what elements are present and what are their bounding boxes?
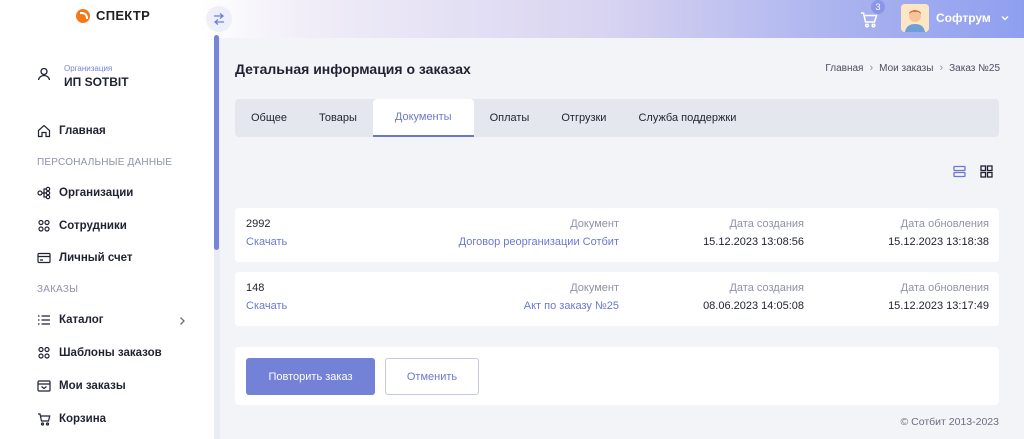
cart-count-badge: 3	[871, 0, 885, 14]
chevron-down-icon	[1001, 16, 1009, 21]
sidebar-item-label: Организации	[59, 187, 134, 199]
sidebar-item-account[interactable]: Личный счет	[37, 251, 133, 265]
document-label: Документ	[570, 218, 619, 230]
document-column: Документ Акт по заказу №25	[524, 282, 619, 312]
grid-view-icon[interactable]	[980, 165, 993, 178]
document-card: 148 Скачать Документ Акт по заказу №25 Д…	[235, 272, 999, 326]
tab-documents[interactable]: Документы	[372, 99, 474, 137]
org-tree-icon	[37, 186, 51, 200]
created-column: Дата создания 15.12.2023 13:08:56	[703, 218, 804, 248]
employees-icon	[38, 219, 50, 232]
sidebar-item-label: Корзина	[59, 413, 107, 425]
order-actions: Повторить заказ Отменить	[235, 347, 999, 405]
sidebar-item-label: Сотрудники	[59, 220, 127, 232]
sidebar-item-templates[interactable]: Шаблоны заказов	[37, 346, 162, 360]
created-date: 15.12.2023 13:08:56	[703, 236, 804, 248]
avatar	[901, 4, 929, 32]
tabs: Общее Товары Документы Оплаты Отгрузки С…	[235, 99, 999, 137]
sidebar-item-my-orders[interactable]: Мои заказы	[37, 379, 126, 393]
logo-icon	[76, 8, 90, 23]
templates-icon	[38, 346, 50, 359]
logo-text: СПЕКТР	[96, 8, 151, 23]
document-label: Документ	[570, 282, 619, 294]
document-card: 2992 Скачать Документ Договор реорганиза…	[235, 208, 999, 262]
breadcrumb: Главная › Мои заказы › Заказ №25	[825, 62, 1000, 74]
created-label: Дата создания	[729, 218, 804, 230]
chevron-right-icon: ›	[939, 62, 944, 74]
list-icon	[38, 315, 50, 325]
sidebar-item-label: Личный счет	[59, 252, 133, 264]
chevron-right-icon[interactable]	[177, 316, 187, 326]
sidebar-item-home[interactable]: Главная	[37, 124, 106, 138]
updated-column: Дата обновления 15.12.2023 13:18:38	[888, 218, 989, 248]
card-icon	[37, 252, 51, 264]
sidebar-item-label: Каталог	[59, 314, 104, 326]
section-orders: ЗАКАЗЫ	[37, 284, 79, 295]
user-menu[interactable]: Софтрум	[901, 4, 1010, 32]
breadcrumb-home[interactable]: Главная	[825, 63, 863, 74]
section-personal-data: ПЕРСОНАЛЬНЫЕ ДАННЫЕ	[37, 157, 173, 168]
sidebar-item-organizations[interactable]: Организации	[37, 186, 133, 200]
sidebar-item-label: Мои заказы	[59, 380, 126, 392]
orders-box-icon	[37, 380, 51, 392]
updated-label: Дата обновления	[900, 218, 989, 230]
swap-arrows-icon	[213, 13, 225, 25]
sidebar-item-cart[interactable]: Корзина	[37, 412, 106, 426]
chevron-right-icon: ›	[869, 62, 874, 74]
sidebar-item-label: Шаблоны заказов	[59, 347, 162, 359]
sidebar-item-employees[interactable]: Сотрудники	[37, 219, 127, 233]
cancel-order-button[interactable]: Отменить	[385, 358, 479, 395]
document-id: 148	[246, 282, 265, 294]
sidebar-toggle-button[interactable]	[206, 6, 232, 32]
copyright: © Сотбит 2013-2023	[900, 416, 999, 428]
view-switcher	[953, 165, 993, 178]
updated-label: Дата обновления	[900, 282, 989, 294]
list-view-icon[interactable]	[953, 165, 966, 178]
updated-date: 15.12.2023 13:17:49	[888, 300, 989, 312]
sidebar-item-label: Главная	[59, 125, 106, 137]
cart-icon	[38, 413, 51, 426]
tab-shipments[interactable]: Отгрузки	[545, 99, 622, 137]
tab-payments[interactable]: Оплаты	[474, 99, 546, 137]
document-column: Документ Договор реорганизации Сотбит	[459, 218, 619, 248]
breadcrumb-current: Заказ №25	[949, 62, 1000, 74]
org-name[interactable]: ИП SOTBIT	[64, 75, 129, 89]
download-link[interactable]: Скачать	[246, 236, 287, 248]
sidebar-item-catalog[interactable]: Каталог	[37, 313, 104, 327]
page-title: Детальная информация о заказах	[235, 61, 471, 77]
download-link[interactable]: Скачать	[246, 300, 287, 312]
updated-column: Дата обновления 15.12.2023 13:17:49	[888, 282, 989, 312]
document-id: 2992	[246, 218, 271, 230]
created-date: 08.06.2023 14:05:08	[703, 300, 804, 312]
created-column: Дата создания 08.06.2023 14:05:08	[703, 282, 804, 312]
updated-date: 15.12.2023 13:18:38	[888, 236, 989, 248]
breadcrumb-my-orders[interactable]: Мои заказы	[879, 63, 933, 74]
document-name-link[interactable]: Акт по заказу №25	[524, 300, 619, 312]
home-icon	[37, 124, 51, 138]
user-icon	[37, 67, 51, 81]
tab-products[interactable]: Товары	[303, 99, 373, 137]
tab-general[interactable]: Общее	[235, 99, 303, 137]
logo[interactable]: СПЕКТР	[76, 8, 150, 23]
user-name: Софтрум	[936, 11, 991, 25]
tab-support[interactable]: Служба поддержки	[622, 99, 752, 137]
created-label: Дата создания	[729, 282, 804, 294]
sidebar-scrollbar[interactable]	[214, 35, 219, 250]
user-avatar-icon	[901, 4, 929, 32]
document-name-link[interactable]: Договор реорганизации Сотбит	[459, 236, 619, 248]
org-label: Организация	[64, 64, 113, 73]
repeat-order-button[interactable]: Повторить заказ	[246, 358, 375, 395]
